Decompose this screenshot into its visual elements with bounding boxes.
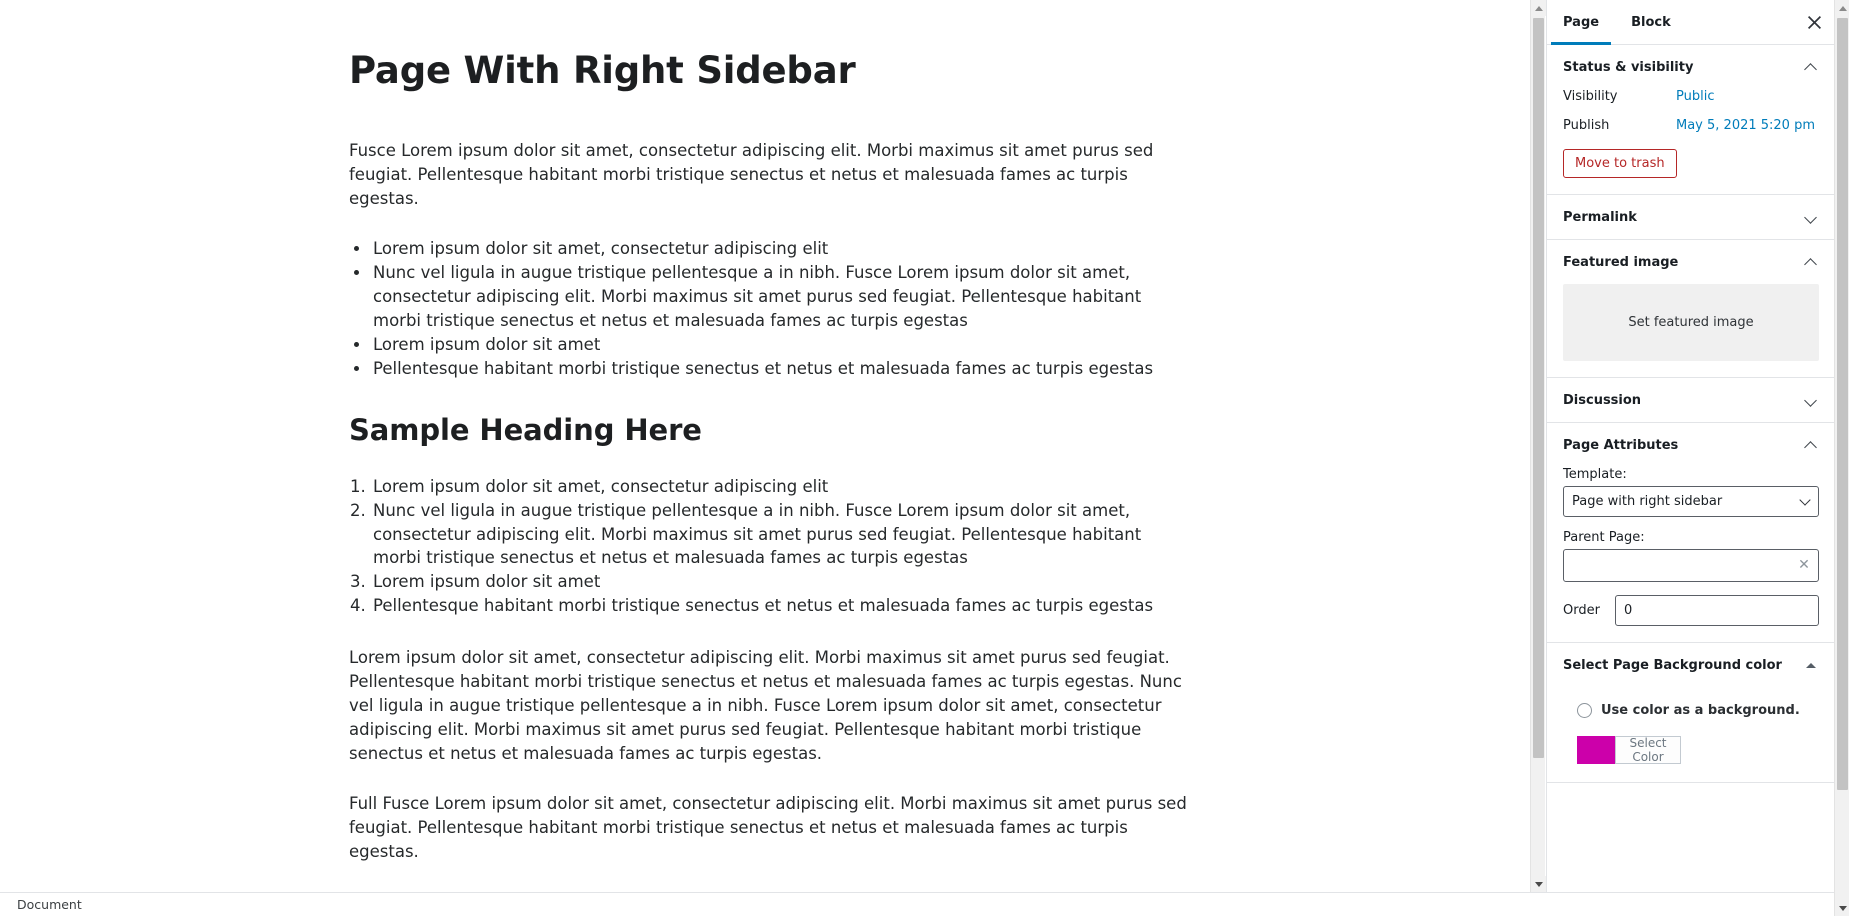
triangle-up-icon <box>1838 5 1847 11</box>
panel-title: Featured image <box>1563 254 1679 270</box>
triangle-up-icon <box>1534 5 1543 11</box>
breadcrumb[interactable]: Document <box>17 897 82 912</box>
publish-label: Publish <box>1563 118 1610 133</box>
status-bar: Document <box>0 892 1834 916</box>
order-input[interactable] <box>1615 595 1819 626</box>
parent-page-label: Parent Page: <box>1563 530 1645 545</box>
post-content: Page With Right Sidebar Fusce Lorem ipsu… <box>0 0 1530 864</box>
template-select-wrap: Page with right sidebar <box>1563 486 1819 517</box>
chevron-down-icon <box>1803 209 1819 225</box>
panel-title: Select Page Background color <box>1563 657 1782 673</box>
triangle-down-icon <box>1838 905 1847 911</box>
visibility-row: Visibility Public <box>1563 89 1819 104</box>
editor-vertical-scrollbar[interactable] <box>1530 0 1546 892</box>
template-select[interactable]: Page with right sidebar <box>1563 486 1819 517</box>
bulleted-list-block[interactable]: Lorem ipsum dolor sit amet, consectetur … <box>349 237 1189 381</box>
use-color-row: Use color as a background. <box>1577 703 1819 718</box>
parent-page-combo-wrap: ✕ <box>1563 549 1819 582</box>
panel-body-page-attributes: Template: Page with right sidebar Parent… <box>1547 467 1834 642</box>
scroll-thumb[interactable] <box>1837 18 1848 790</box>
numbered-list-block[interactable]: Lorem ipsum dolor sit amet, consectetur … <box>349 475 1189 619</box>
panel-header-discussion[interactable]: Discussion <box>1547 378 1834 422</box>
sidebar-vertical-scrollbar[interactable] <box>1834 0 1849 916</box>
color-picker-row: Select Color <box>1577 736 1681 764</box>
list-item[interactable]: Lorem ipsum dolor sit amet, consectetur … <box>371 475 1189 499</box>
sidebar-tabs: Page Block <box>1547 0 1834 45</box>
scroll-thumb[interactable] <box>1533 18 1544 758</box>
editor-canvas-region: Page With Right Sidebar Fusce Lorem ipsu… <box>0 0 1545 892</box>
panel-header-featured-image[interactable]: Featured image <box>1547 240 1834 284</box>
panel-title: Permalink <box>1563 209 1637 225</box>
set-featured-image-button[interactable]: Set featured image <box>1563 284 1819 361</box>
move-to-trash-button[interactable]: Move to trash <box>1563 149 1677 178</box>
content-column: Page With Right Sidebar Fusce Lorem ipsu… <box>349 48 1189 864</box>
chevron-up-icon <box>1803 59 1819 75</box>
panel-permalink: Permalink <box>1547 195 1834 240</box>
order-row: Order <box>1563 595 1819 626</box>
panel-status-visibility: Status & visibility Visibility Public Pu… <box>1547 45 1834 195</box>
scroll-down-arrow[interactable] <box>1531 876 1546 892</box>
list-item[interactable]: Pellentesque habitant morbi tristique se… <box>371 594 1189 618</box>
visibility-value-button[interactable]: Public <box>1676 89 1714 104</box>
select-color-button[interactable]: Select Color <box>1615 736 1681 764</box>
panel-title: Page Attributes <box>1563 437 1679 453</box>
editor-scroll-area[interactable]: Page With Right Sidebar Fusce Lorem ipsu… <box>0 0 1530 892</box>
panel-header-page-attributes[interactable]: Page Attributes <box>1547 423 1834 467</box>
template-label: Template: <box>1563 467 1627 482</box>
section-heading[interactable]: Sample Heading Here <box>349 412 1189 448</box>
panel-body-featured-image: Set featured image <box>1547 284 1834 377</box>
panel-header-status-visibility[interactable]: Status & visibility <box>1547 45 1834 89</box>
list-item[interactable]: Pellentesque habitant morbi tristique se… <box>371 357 1189 381</box>
order-label: Order <box>1563 603 1600 618</box>
list-item[interactable]: Lorem ipsum dolor sit amet, consectetur … <box>371 237 1189 261</box>
tab-block[interactable]: Block <box>1615 0 1687 44</box>
panel-page-attributes: Page Attributes Template: Page with righ… <box>1547 423 1834 643</box>
paragraph-block-1[interactable]: Fusce Lorem ipsum dolor sit amet, consec… <box>349 139 1189 211</box>
tab-page[interactable]: Page <box>1547 0 1615 45</box>
editor-window: Page With Right Sidebar Fusce Lorem ipsu… <box>0 0 1849 916</box>
triangle-up-icon <box>1803 657 1819 673</box>
chevron-down-icon <box>1803 392 1819 408</box>
scroll-up-arrow[interactable] <box>1531 0 1546 16</box>
chevron-up-icon <box>1803 437 1819 453</box>
list-item[interactable]: Lorem ipsum dolor sit amet <box>371 333 1189 357</box>
parent-page-input[interactable] <box>1563 549 1819 582</box>
list-item[interactable]: Nunc vel ligula in augue tristique pelle… <box>371 499 1189 571</box>
color-swatch[interactable] <box>1577 736 1615 764</box>
panel-featured-image: Featured image Set featured image <box>1547 240 1834 378</box>
publish-date-button[interactable]: May 5, 2021 5:20 pm <box>1676 118 1815 133</box>
paragraph-block-3[interactable]: Full Fusce Lorem ipsum dolor sit amet, c… <box>349 792 1189 864</box>
publish-row: Publish May 5, 2021 5:20 pm <box>1563 118 1819 133</box>
settings-sidebar: Page Block Status & visibility Visibilit… <box>1546 0 1834 892</box>
panel-body-background-color: Use color as a background. Select Color <box>1547 687 1834 782</box>
panel-header-permalink[interactable]: Permalink <box>1547 195 1834 239</box>
visibility-label: Visibility <box>1563 89 1618 104</box>
panel-title: Discussion <box>1563 392 1642 408</box>
panel-discussion: Discussion <box>1547 378 1834 423</box>
panel-title: Status & visibility <box>1563 59 1694 75</box>
clear-icon[interactable]: ✕ <box>1796 557 1812 573</box>
panel-background-color: Select Page Background color Use color a… <box>1547 643 1834 783</box>
use-color-checkbox[interactable] <box>1577 703 1592 718</box>
panel-body-status-visibility: Visibility Public Publish May 5, 2021 5:… <box>1547 89 1834 194</box>
panel-header-background-color[interactable]: Select Page Background color <box>1547 643 1834 687</box>
close-icon <box>1807 15 1821 29</box>
sidebar-inner: Page Block Status & visibility Visibilit… <box>1547 0 1834 783</box>
list-item[interactable]: Lorem ipsum dolor sit amet <box>371 570 1189 594</box>
page-title[interactable]: Page With Right Sidebar <box>349 48 1189 93</box>
use-color-label: Use color as a background. <box>1601 703 1800 718</box>
scroll-down-arrow[interactable] <box>1835 900 1849 916</box>
paragraph-block-2[interactable]: Lorem ipsum dolor sit amet, consectetur … <box>349 646 1189 766</box>
list-item[interactable]: Nunc vel ligula in augue tristique pelle… <box>371 261 1189 333</box>
close-sidebar-button[interactable] <box>1793 0 1834 44</box>
chevron-up-icon <box>1803 254 1819 270</box>
scroll-up-arrow[interactable] <box>1835 0 1849 16</box>
triangle-down-icon <box>1534 881 1543 887</box>
